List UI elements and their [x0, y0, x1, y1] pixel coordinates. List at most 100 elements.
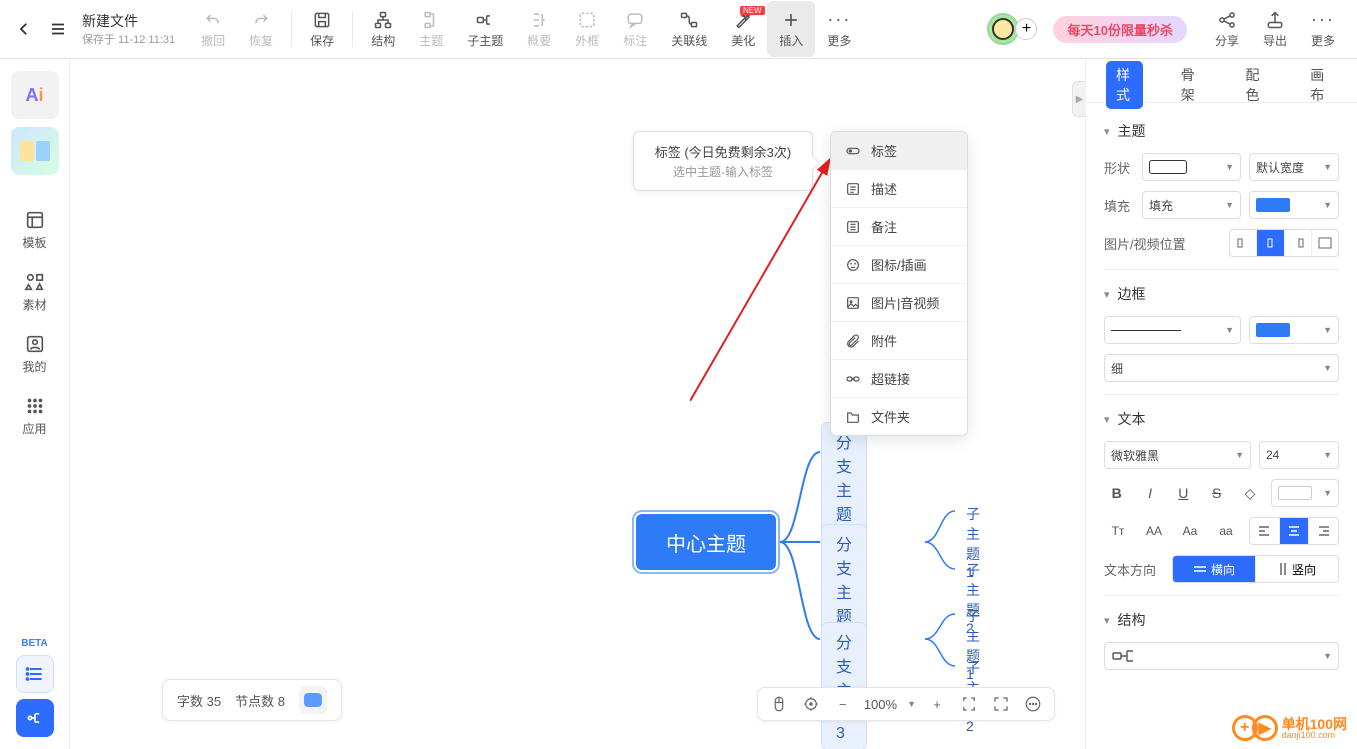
canvas[interactable]: 标签 (今日免费剩余3次) 选中主题-输入标签 标签 描述 备注 图标/插画 图… [70, 59, 1085, 749]
width-select[interactable]: 默认宽度▼ [1249, 153, 1339, 181]
align-center[interactable] [1280, 518, 1310, 544]
theme-gallery-button[interactable] [11, 127, 59, 175]
subtopic-button[interactable]: 子主题 [455, 1, 515, 57]
imgpos-full[interactable] [1312, 230, 1338, 256]
text-color-select[interactable]: ▼ [1271, 479, 1339, 507]
dd-folder[interactable]: 文件夹 [831, 398, 967, 435]
mine-button[interactable]: 我的 [11, 327, 59, 381]
case-title[interactable]: Aa [1176, 518, 1204, 544]
file-saved: 保存于 11-12 11:31 [82, 31, 175, 47]
case-upper[interactable]: AA [1140, 518, 1168, 544]
branch-node-3[interactable]: 分支主题 3 [821, 622, 867, 749]
options-icon[interactable] [1022, 693, 1044, 715]
bot-icon[interactable] [299, 686, 327, 714]
imgpos-left[interactable] [1230, 230, 1257, 256]
dd-icon[interactable]: 图标/插画 [831, 246, 967, 284]
fullscreen-icon[interactable] [990, 693, 1012, 715]
structure-button[interactable]: 结构 [359, 1, 407, 57]
focus-icon[interactable] [800, 693, 822, 715]
mindmap-mode-button[interactable] [16, 699, 54, 737]
share-button[interactable]: 分享 [1203, 1, 1251, 57]
section-text[interactable]: ▾文本 [1104, 409, 1339, 429]
italic-button[interactable]: I [1137, 480, 1162, 506]
node-count: 节点数 8 [235, 691, 285, 710]
outline-button[interactable] [16, 655, 54, 693]
relation-button[interactable]: 关联线 [659, 1, 719, 57]
fit-icon[interactable] [958, 693, 980, 715]
align-left[interactable] [1250, 518, 1280, 544]
watermark: + ▶ 单机100网 danji100.com [1232, 715, 1347, 741]
underline-button[interactable]: U [1171, 480, 1196, 506]
border-style-select[interactable]: ▼ [1104, 316, 1241, 344]
promo-banner[interactable]: 每天10份限量秒杀 [1053, 16, 1186, 43]
export-button[interactable]: 导出 [1251, 1, 1299, 57]
fill-color-select[interactable]: ▼ [1249, 191, 1339, 219]
apps-button[interactable]: 应用 [11, 389, 59, 443]
section-struct[interactable]: ▾结构 [1104, 610, 1339, 630]
dd-attach[interactable]: 附件 [831, 322, 967, 360]
save-button[interactable]: 保存 [298, 1, 346, 57]
insert-button[interactable]: 插入 [767, 1, 815, 57]
zoom-out-button[interactable]: − [832, 693, 854, 715]
text-dir-group[interactable]: 横向 竖向 [1172, 555, 1339, 583]
dir-horizontal[interactable]: 横向 [1173, 556, 1256, 582]
asset-button[interactable]: 素材 [11, 265, 59, 319]
dd-media[interactable]: 图片|音视频 [831, 284, 967, 322]
clear-format-button[interactable]: ◇ [1237, 480, 1262, 506]
add-collaborator-button[interactable]: + [1015, 18, 1037, 40]
dd-desc[interactable]: 描述 [831, 170, 967, 208]
align-right[interactable] [1309, 518, 1338, 544]
section-topic[interactable]: ▾主题 [1104, 121, 1339, 141]
more-button[interactable]: ···更多 [815, 1, 863, 57]
border-width-select[interactable]: 细▼ [1104, 354, 1339, 382]
redo-button[interactable]: 恢复 [237, 1, 285, 57]
dd-note[interactable]: 备注 [831, 208, 967, 246]
status-bar: 字数 35 节点数 8 [162, 679, 342, 721]
tab-style[interactable]: 样式 [1106, 61, 1143, 109]
case-lower[interactable]: aa [1212, 518, 1240, 544]
imgpos-right[interactable] [1285, 230, 1312, 256]
dd-link[interactable]: 超链接 [831, 360, 967, 398]
file-title: 新建文件 [82, 11, 175, 31]
more2-button[interactable]: ···更多 [1299, 1, 1347, 57]
tab-skeleton[interactable]: 骨架 [1171, 61, 1208, 109]
fill-select[interactable]: 填充▼ [1142, 191, 1241, 219]
dir-vertical[interactable]: 竖向 [1256, 556, 1338, 582]
summary-button[interactable]: 概要 [515, 1, 563, 57]
left-rail: Ai 模板 素材 我的 应用 BETA [0, 59, 70, 749]
border-color-select[interactable]: ▼ [1249, 316, 1339, 344]
beta-label: BETA [21, 638, 47, 649]
frame-button[interactable]: 外框 [563, 1, 611, 57]
tab-canvas[interactable]: 画布 [1300, 61, 1337, 109]
imgpos-center[interactable] [1257, 230, 1284, 256]
zoom-value[interactable]: 100% [864, 697, 897, 712]
mouse-mode-icon[interactable] [768, 693, 790, 715]
font-select[interactable]: 微软雅黑▼ [1104, 441, 1251, 469]
ai-button[interactable]: Ai [11, 71, 59, 119]
bold-button[interactable]: B [1104, 480, 1129, 506]
word-count: 字数 35 [177, 691, 221, 710]
case-tt[interactable]: Tᴛ [1104, 518, 1132, 544]
right-panel: ▶ 样式 骨架 配色 画布 ▾主题 形状 ▼ 默认宽度▼ 填充 填充▼ ▼ [1085, 59, 1357, 749]
zoom-in-button[interactable]: + [926, 693, 948, 715]
align-group[interactable] [1249, 517, 1339, 545]
strike-button[interactable]: S [1204, 480, 1229, 506]
center-topic-node[interactable]: 中心主题 [636, 514, 776, 570]
imgpos-label: 图片/视频位置 [1104, 234, 1186, 253]
imgpos-group[interactable] [1229, 229, 1339, 257]
menu-button[interactable] [44, 15, 72, 43]
shape-select[interactable]: ▼ [1142, 153, 1241, 181]
panel-collapse-handle[interactable]: ▶ [1072, 81, 1086, 117]
undo-button[interactable]: 撤回 [189, 1, 237, 57]
template-button[interactable]: 模板 [11, 203, 59, 257]
section-border[interactable]: ▾边框 [1104, 284, 1339, 304]
struct-select[interactable]: ▼ [1104, 642, 1339, 670]
tab-color[interactable]: 配色 [1236, 61, 1273, 109]
zoom-bar: − 100% ▼ + [757, 687, 1055, 721]
dd-tag[interactable]: 标签 [831, 132, 967, 170]
theme-button[interactable]: 主题 [407, 1, 455, 57]
back-button[interactable] [10, 15, 38, 43]
callout-button[interactable]: 标注 [611, 1, 659, 57]
font-size-select[interactable]: 24▼ [1259, 441, 1339, 469]
beautify-button[interactable]: 美化NEW [719, 1, 767, 57]
